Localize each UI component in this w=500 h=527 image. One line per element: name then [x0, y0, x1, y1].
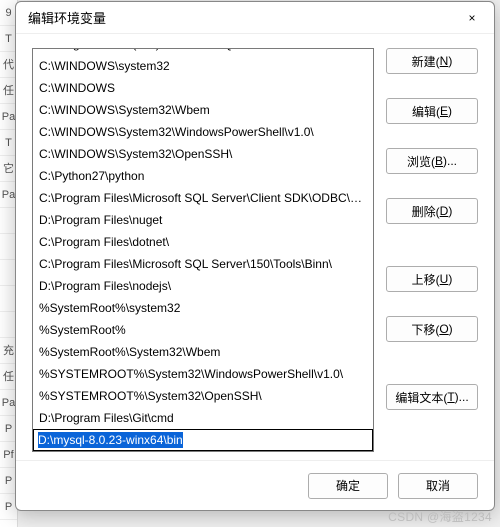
move-down-button[interactable]: 下移(O)	[386, 316, 478, 342]
delete-button[interactable]: 删除(D)	[386, 198, 478, 224]
list-item[interactable]: C:\Python27\python	[33, 165, 373, 187]
list-item-editing[interactable]	[33, 429, 373, 451]
list-item[interactable]: D:\Program Files\nuget	[33, 209, 373, 231]
titlebar: 编辑环境变量 ×	[16, 2, 494, 34]
list-item[interactable]: %SystemRoot%\System32\Wbem	[33, 341, 373, 363]
list-item[interactable]: C:\WINDOWS\System32\Wbem	[33, 99, 373, 121]
dialog-body: C:\Program Files\Microsoft SQL Server\Cl…	[16, 34, 494, 460]
list-item[interactable]: %SystemRoot%	[33, 319, 373, 341]
close-icon: ×	[468, 11, 475, 25]
list-item[interactable]: C:\WINDOWS	[33, 77, 373, 99]
path-edit-input[interactable]	[33, 429, 373, 451]
move-up-button[interactable]: 上移(U)	[386, 266, 478, 292]
list-item[interactable]: C:\Program Files\Microsoft SQL Server\15…	[33, 253, 373, 275]
list-item[interactable]: C:\Program Files (x86)\Microsoft SQL Ser…	[33, 48, 373, 55]
list-item[interactable]: C:\Program Files\Microsoft SQL Server\Cl…	[33, 187, 373, 209]
side-buttons: 新建(N) 编辑(E) 浏览(B)... 删除(D) 上移(U) 下移(O) 编…	[386, 48, 478, 452]
list-item[interactable]: C:\WINDOWS\system32	[33, 55, 373, 77]
edit-env-var-dialog: 编辑环境变量 × C:\Program Files\Microsoft SQL …	[15, 1, 495, 511]
list-item[interactable]: D:\Program Files\nodejs\	[33, 275, 373, 297]
browse-button[interactable]: 浏览(B)...	[386, 148, 478, 174]
path-listbox[interactable]: C:\Program Files\Microsoft SQL Server\Cl…	[32, 48, 374, 452]
list-item[interactable]: C:\Program Files\dotnet\	[33, 231, 373, 253]
list-item[interactable]: %SYSTEMROOT%\System32\OpenSSH\	[33, 385, 373, 407]
list-item[interactable]: D:\Program Files\Git\cmd	[33, 407, 373, 429]
list-item[interactable]: %SystemRoot%\system32	[33, 297, 373, 319]
edit-button[interactable]: 编辑(E)	[386, 98, 478, 124]
new-button[interactable]: 新建(N)	[386, 48, 478, 74]
dialog-title: 编辑环境变量	[28, 8, 458, 27]
watermark: CSDN @海盗1234	[388, 508, 492, 525]
list-item[interactable]: C:\WINDOWS\System32\WindowsPowerShell\v1…	[33, 121, 373, 143]
ok-button[interactable]: 确定	[308, 473, 388, 499]
dialog-footer: 确定 取消	[16, 460, 494, 510]
edit-text-button[interactable]: 编辑文本(T)...	[386, 384, 478, 410]
close-button[interactable]: ×	[458, 4, 486, 32]
list-item[interactable]: C:\WINDOWS\System32\OpenSSH\	[33, 143, 373, 165]
list-item[interactable]: %SYSTEMROOT%\System32\WindowsPowerShell\…	[33, 363, 373, 385]
cancel-button[interactable]: 取消	[398, 473, 478, 499]
